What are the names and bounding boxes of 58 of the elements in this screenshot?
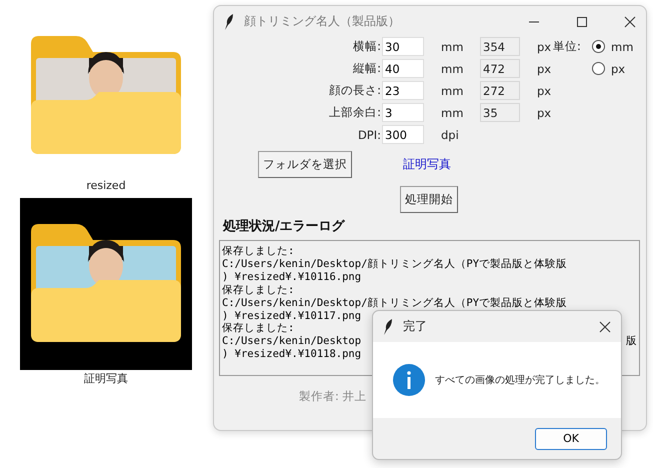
unit-setting-label: 単位: [553, 39, 581, 53]
field-label: 縦幅: [352, 61, 382, 76]
input-field[interactable]: 23 [382, 81, 424, 100]
window-title: 顔トリミング名人（製品版） [244, 13, 400, 30]
field-label: 横幅: [352, 39, 382, 54]
close-icon[interactable] [624, 16, 636, 28]
radio-label: mm [611, 40, 634, 54]
feather-icon [224, 14, 234, 30]
input-field[interactable]: 40 [382, 59, 424, 78]
input-field[interactable]: 3 [382, 103, 424, 122]
dialog-message: すべての画像の処理が完了しました。 [435, 374, 605, 387]
log-line: C:/Users/kenin/Desktop [222, 335, 362, 348]
radio-button[interactable] [592, 40, 605, 53]
pixel-field: 472 [480, 59, 520, 78]
field-label: 上部余白: [328, 105, 382, 120]
unit-label: mm [441, 40, 464, 54]
folder-label: resized [86, 179, 126, 192]
unit-label: mm [441, 106, 464, 120]
folder-icon [31, 36, 181, 156]
log-line: 保存しました: [222, 245, 294, 258]
maximize-icon[interactable] [576, 16, 588, 28]
feather-icon [383, 318, 393, 334]
folder-tile[interactable] [20, 198, 192, 370]
unit-label: px [537, 40, 552, 54]
author-text: 製作者: 井上 [298, 389, 368, 404]
log-line: C:/Users/kenin/Desktop/顔トリミング名人（PYで製品版と体験版 [222, 296, 568, 310]
dialog-title: 完了 [403, 318, 427, 335]
unit-label: mm [441, 62, 464, 76]
unit-label: mm [441, 84, 464, 98]
log-line: 保存しました: [222, 284, 294, 297]
unit-label: px [537, 84, 552, 98]
log-line: 版 [626, 335, 637, 348]
radio-button[interactable] [592, 62, 605, 75]
log-line: ) ¥resized¥.¥10117.png [222, 310, 362, 322]
pixel-field: 35 [480, 103, 520, 122]
unit-label: dpi [441, 128, 459, 142]
field-label: DPI: [356, 128, 382, 142]
pixel-field: 354 [480, 37, 520, 56]
log-line: ) ¥resized¥.¥10118.png [222, 348, 362, 362]
close-icon[interactable] [599, 320, 611, 332]
unit-label: px [537, 106, 552, 120]
log-line: 保存しました: [222, 322, 294, 336]
input-field[interactable]: 300 [382, 125, 424, 144]
folder-icon [31, 224, 181, 344]
info-icon [393, 364, 425, 396]
folder-name: 証明写真 [403, 156, 451, 173]
input-field[interactable]: 30 [382, 37, 424, 56]
log-heading: 処理状況/エラーログ [222, 218, 346, 235]
radio-label: px [611, 62, 626, 76]
ok-button[interactable]: OK [535, 428, 607, 450]
unit-label: px [537, 62, 552, 76]
field-label: 顔の長さ: [328, 83, 382, 98]
log-line: C:/Users/kenin/Desktop/顔トリミング名人（PYで製品版と体験版 [222, 258, 568, 271]
log-line: ) ¥resized¥.¥10116.png [222, 270, 362, 284]
pixel-field: 272 [480, 81, 520, 100]
select-folder-button[interactable]: フォルダを選択 [258, 151, 352, 178]
start-button[interactable]: 処理開始 [400, 186, 458, 213]
folder-label: 証明写真 [84, 371, 128, 386]
